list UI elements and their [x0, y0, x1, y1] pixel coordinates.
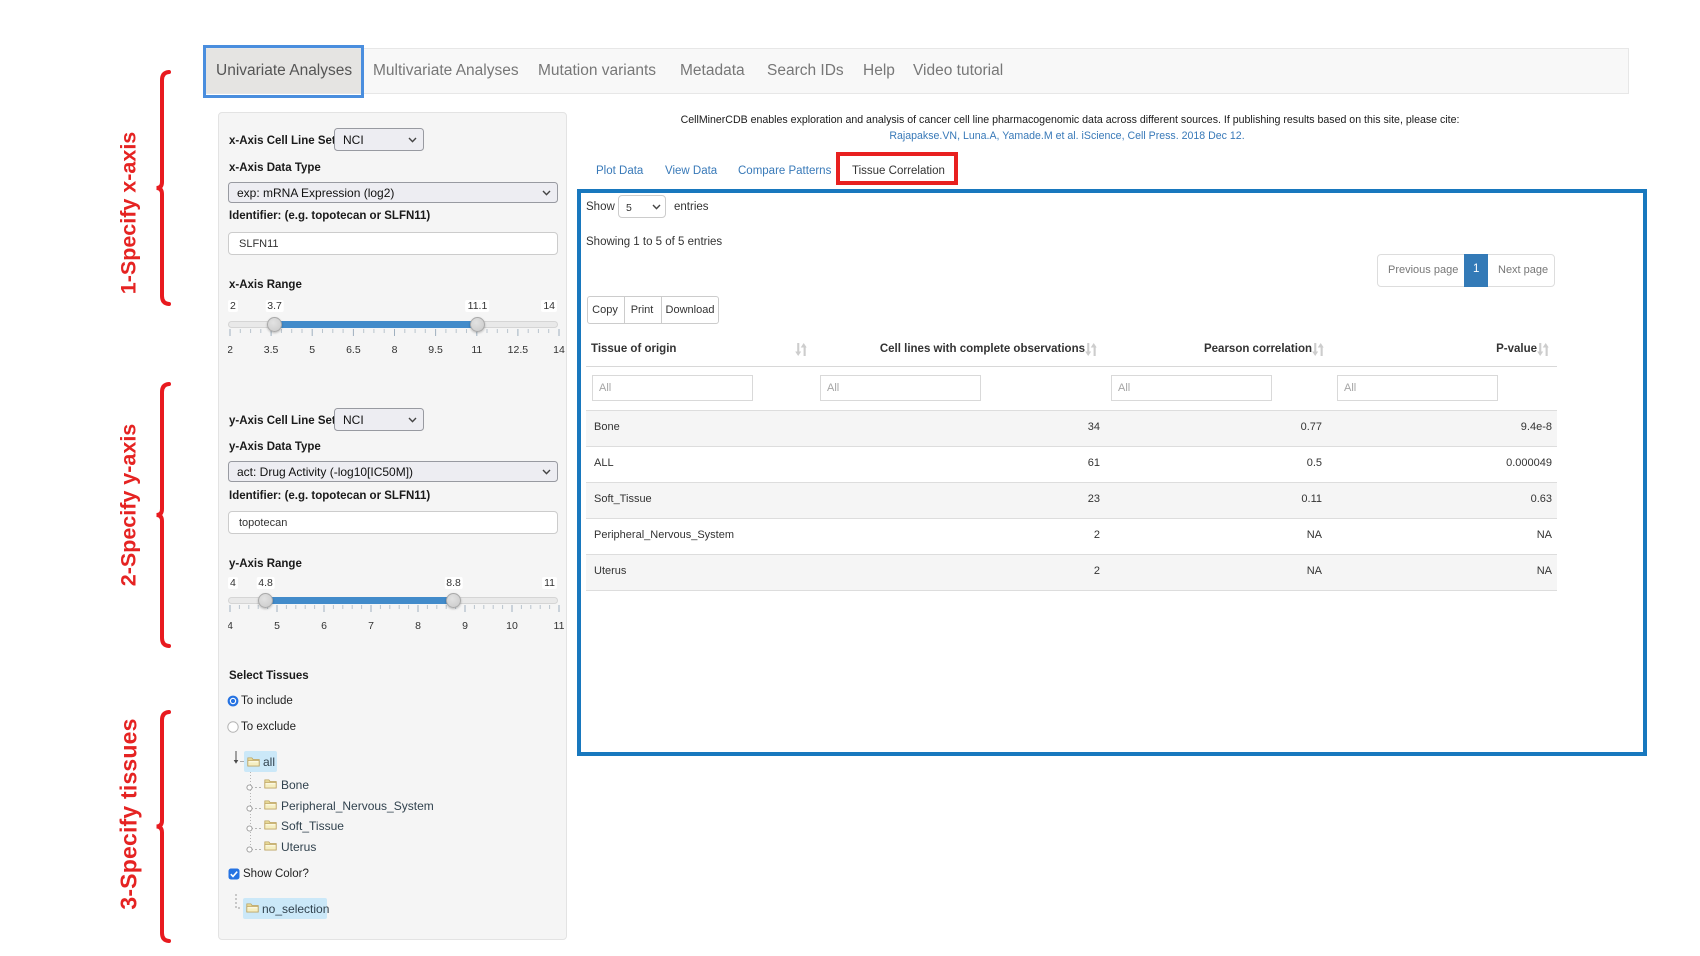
svg-text:8: 8 [392, 344, 398, 356]
svg-text:5: 5 [309, 344, 315, 356]
svg-text:3.5: 3.5 [264, 344, 279, 356]
svg-text:9: 9 [462, 620, 468, 632]
svg-text:7: 7 [368, 620, 374, 632]
svg-text:4: 4 [228, 620, 233, 632]
svg-text:12.5: 12.5 [508, 344, 529, 356]
svg-text:9.5: 9.5 [428, 344, 443, 356]
svg-text:11: 11 [554, 620, 565, 632]
svg-text:8: 8 [415, 620, 421, 632]
svg-text:11: 11 [471, 344, 482, 356]
svg-text:14: 14 [553, 344, 565, 356]
svg-text:6.5: 6.5 [346, 344, 361, 356]
svg-text:6: 6 [321, 620, 327, 632]
svg-text:10: 10 [506, 620, 518, 632]
svg-text:5: 5 [274, 620, 280, 632]
svg-text:2: 2 [228, 344, 233, 356]
